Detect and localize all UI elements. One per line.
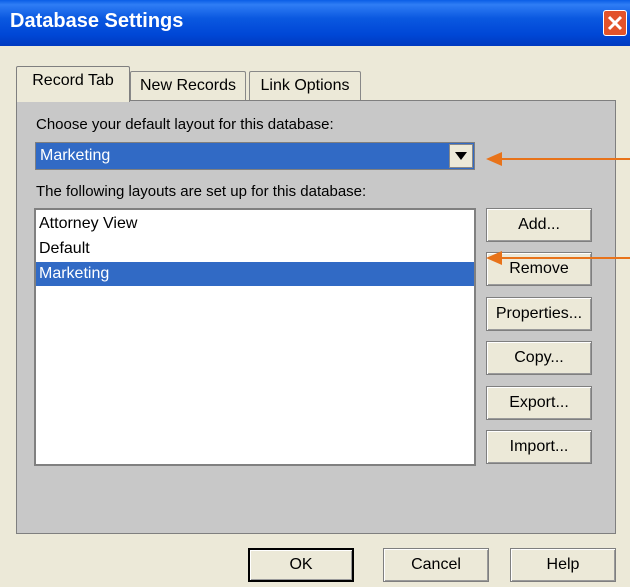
remove-button[interactable]: Remove — [486, 252, 592, 286]
default-layout-label: Choose your default layout for this data… — [36, 116, 334, 133]
layouts-list[interactable]: Attorney View Default Marketing — [34, 208, 476, 466]
close-icon — [607, 15, 623, 31]
default-layout-select[interactable]: Marketing — [35, 142, 475, 170]
export-button[interactable]: Export... — [486, 386, 592, 420]
ok-button[interactable]: OK — [248, 548, 354, 582]
chevron-down-icon — [455, 152, 467, 160]
import-button[interactable]: Import... — [486, 430, 592, 464]
cancel-button[interactable]: Cancel — [383, 548, 489, 582]
window-title: Database Settings — [10, 10, 184, 32]
tab-link-options[interactable]: Link Options — [249, 71, 361, 101]
list-item-default[interactable]: Default — [36, 237, 474, 261]
add-button[interactable]: Add... — [486, 208, 592, 242]
list-item-marketing[interactable]: Marketing — [36, 262, 474, 286]
tab-new-records[interactable]: New Records — [130, 71, 246, 101]
help-button[interactable]: Help — [510, 548, 616, 582]
title-bar[interactable]: Database Settings — [0, 0, 630, 46]
layouts-list-label: The following layouts are set up for thi… — [36, 183, 367, 200]
properties-button[interactable]: Properties... — [486, 297, 592, 331]
list-item-attorney-view[interactable]: Attorney View — [36, 212, 474, 236]
dropdown-button[interactable] — [449, 144, 473, 168]
default-layout-value: Marketing — [40, 147, 111, 164]
copy-button[interactable]: Copy... — [486, 341, 592, 375]
close-button[interactable] — [603, 10, 627, 36]
database-settings-dialog: Database Settings New Records Link Optio… — [0, 0, 630, 587]
tab-record[interactable]: Record Tab — [16, 66, 130, 102]
